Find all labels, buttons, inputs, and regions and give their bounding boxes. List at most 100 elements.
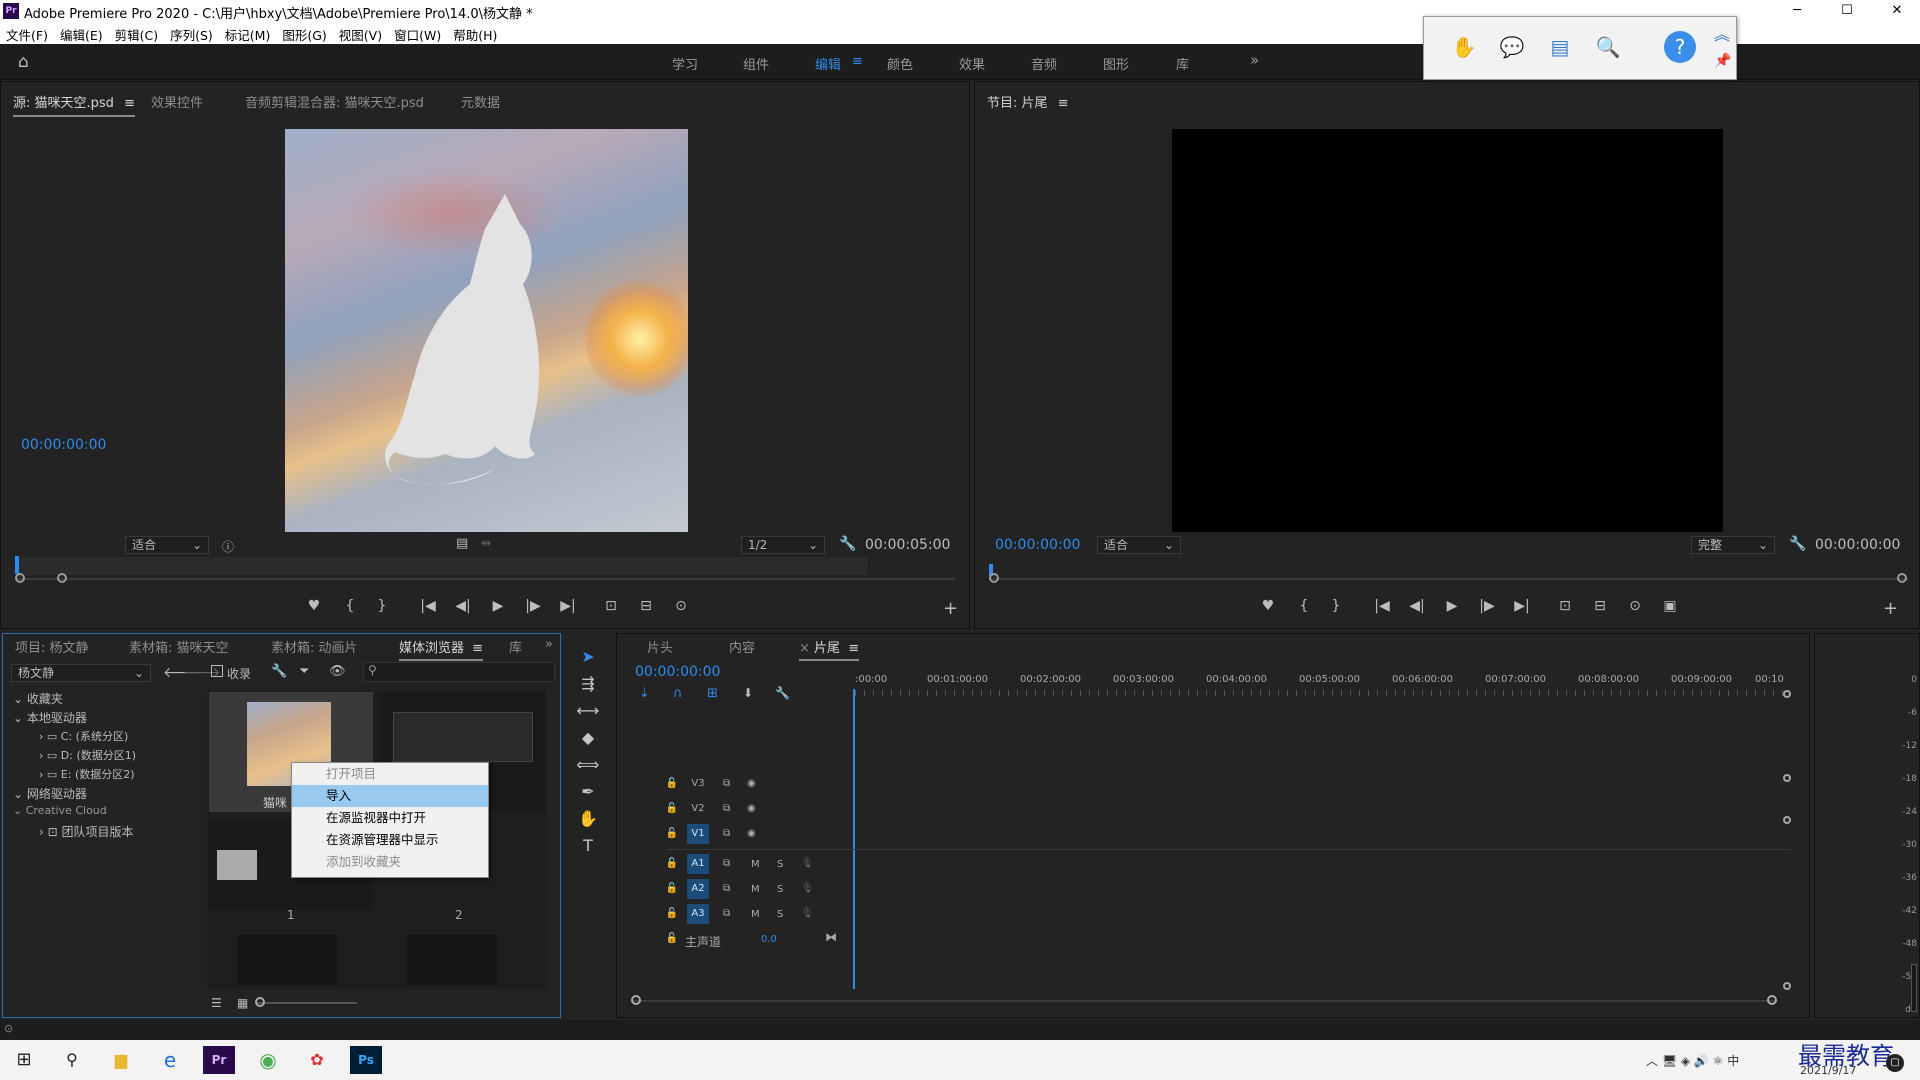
- pen-tool-icon[interactable]: ✒: [576, 782, 600, 806]
- sync-lock-icon[interactable]: ⧉: [723, 908, 730, 919]
- source-time-ruler[interactable]: [15, 557, 867, 575]
- tree-item-drive-d[interactable]: › ▭ D: (数据分区1): [39, 747, 136, 763]
- workspace-audio[interactable]: 音频: [1031, 54, 1057, 73]
- workspace-editing[interactable]: 编辑: [815, 54, 841, 73]
- lift-button[interactable]: ⊡: [1554, 598, 1576, 614]
- tree-item-team-projects[interactable]: › ⊡ 团队项目版本: [39, 823, 134, 840]
- track-label-a1[interactable]: A1: [687, 854, 709, 874]
- search-taskbar-icon[interactable]: ⚲: [56, 1046, 88, 1074]
- timeline-timecode[interactable]: 00:00:00:00: [635, 664, 720, 680]
- tree-item-drive-c[interactable]: › ▭ C: (系统分区): [39, 728, 128, 744]
- lock-icon[interactable]: 🔓: [665, 883, 679, 894]
- tab-bin-cartoon[interactable]: 素材箱: 动画片: [271, 637, 358, 656]
- step-back-button[interactable]: ◀|: [452, 598, 474, 614]
- linked-selection-icon[interactable]: ⊞: [707, 686, 718, 701]
- vscroll-top-handle[interactable]: [1783, 690, 1791, 698]
- more-workspaces-icon[interactable]: »: [1250, 51, 1259, 69]
- comment-icon[interactable]: 💬: [1494, 29, 1530, 65]
- lock-icon[interactable]: 🔓: [665, 803, 679, 814]
- menu-edit[interactable]: 编辑(E): [54, 22, 109, 44]
- razor-tool-icon[interactable]: ◆: [576, 728, 600, 752]
- pin-icon[interactable]: 📌: [1714, 53, 1731, 69]
- lock-icon[interactable]: 🔓: [665, 828, 679, 839]
- settings-toggle-icon[interactable]: ⓘ: [222, 538, 234, 555]
- lock-icon[interactable]: 🔓: [665, 858, 679, 869]
- sync-lock-icon[interactable]: ⧉: [723, 778, 730, 789]
- solo-button[interactable]: S: [777, 884, 783, 895]
- eye-icon[interactable]: ◉: [747, 828, 756, 839]
- workspace-assembly[interactable]: 组件: [743, 54, 769, 73]
- program-zoom-dropdown[interactable]: 适合 ⌄: [1097, 536, 1181, 554]
- slip-tool-icon[interactable]: ⟺: [576, 755, 600, 779]
- track-select-tool-icon[interactable]: ⇶: [576, 674, 600, 698]
- tab-libraries[interactable]: 库: [509, 637, 522, 656]
- vscroll-bottom-handle[interactable]: [1783, 816, 1791, 824]
- program-step-forward-button[interactable]: |▶: [1476, 598, 1498, 614]
- menu-item-import[interactable]: 导入: [292, 785, 488, 807]
- overwrite-button[interactable]: ⊟: [635, 598, 657, 614]
- menu-file[interactable]: 文件(F): [0, 22, 54, 44]
- menu-item-show-in-explorer[interactable]: 在资源管理器中显示: [292, 829, 488, 851]
- program-resolution-dropdown[interactable]: 完整 ⌄: [1691, 536, 1775, 554]
- program-go-to-in-button[interactable]: |◀: [1371, 598, 1393, 614]
- selection-tool-icon[interactable]: ➤: [576, 647, 600, 671]
- tree-item-creative-cloud[interactable]: ⌄ Creative Cloud: [13, 804, 107, 817]
- program-add-marker-button[interactable]: ♥: [1257, 598, 1279, 614]
- tab-audio-clip-mixer[interactable]: 音频剪辑混合器: 猫咪天空.psd: [245, 92, 424, 111]
- marker-icon[interactable]: ▤: [456, 536, 468, 551]
- zoom-handle-right[interactable]: [57, 573, 67, 583]
- mute-button[interactable]: M: [751, 859, 760, 870]
- lock-icon[interactable]: 🔓: [665, 933, 679, 944]
- maximize-button[interactable]: ☐: [1824, 0, 1870, 22]
- ingest-settings-icon[interactable]: 🔧: [271, 664, 287, 679]
- eye-icon[interactable]: ◉: [747, 778, 756, 789]
- timeline-hscroll[interactable]: [631, 1000, 1777, 1002]
- go-to-in-button[interactable]: |◀: [417, 598, 439, 614]
- menu-graphics[interactable]: 图形(G): [276, 22, 332, 44]
- extract-button[interactable]: ⊟: [1589, 598, 1611, 614]
- zoom-handle-left[interactable]: [15, 573, 25, 583]
- thumbnail-size-slider[interactable]: [257, 1002, 357, 1004]
- play-button[interactable]: ▶: [487, 598, 509, 614]
- workspace-libraries[interactable]: 库: [1176, 54, 1189, 73]
- mic-icon[interactable]: 🎙: [801, 858, 814, 869]
- app-swirl-icon[interactable]: ✿: [301, 1046, 333, 1074]
- tab-bin-cat-sky[interactable]: 素材箱: 猫咪天空: [129, 637, 229, 656]
- tab-sequence-content[interactable]: 内容: [729, 637, 755, 656]
- timeline-settings-icon[interactable]: 🔧: [775, 686, 790, 700]
- tab-sequence-ending[interactable]: × 片尾 ≡: [799, 637, 860, 661]
- menu-item-open-in-source[interactable]: 在源监视器中打开: [292, 807, 488, 829]
- tree-item-favorites[interactable]: ⌄ 收藏夹: [13, 690, 63, 707]
- program-timecode[interactable]: 00:00:00:00: [995, 537, 1080, 553]
- program-zoom-scrollbar[interactable]: [989, 578, 1909, 580]
- source-playhead[interactable]: [15, 556, 19, 574]
- drag-video-icon[interactable]: ⇹: [481, 536, 491, 550]
- export-frame-button[interactable]: ⊙: [670, 598, 692, 614]
- track-label-v1[interactable]: V1: [687, 824, 709, 844]
- collapse-icon[interactable]: ︽: [1714, 21, 1730, 45]
- help-icon[interactable]: ?: [1664, 31, 1696, 63]
- workspace-effects[interactable]: 效果: [959, 54, 985, 73]
- menu-view[interactable]: 视图(V): [333, 22, 388, 44]
- lock-icon[interactable]: 🔓: [665, 778, 679, 789]
- add-marker-button[interactable]: ♥: [303, 598, 325, 614]
- timeline-ruler[interactable]: :00:00 00:01:00:00 00:02:00:00 00:03:00:…: [855, 674, 1790, 698]
- comparison-view-button[interactable]: ▣: [1659, 598, 1681, 614]
- nest-icon[interactable]: ⇣: [639, 686, 650, 701]
- hand-tool-icon[interactable]: ✋: [576, 809, 600, 833]
- program-step-back-button[interactable]: ◀|: [1406, 598, 1428, 614]
- close-button[interactable]: ✕: [1874, 0, 1920, 22]
- workspace-learning[interactable]: 学习: [672, 54, 698, 73]
- type-tool-icon[interactable]: T: [576, 836, 600, 860]
- program-zoom-handle-right[interactable]: [1897, 573, 1907, 583]
- thumbnail-size-handle[interactable]: [255, 997, 265, 1007]
- snap-icon[interactable]: ∩: [673, 686, 683, 701]
- audio-vscroll-handle[interactable]: [1783, 982, 1791, 990]
- tab-sequence-opening[interactable]: 片头: [647, 637, 673, 656]
- eye-icon[interactable]: ◉: [747, 803, 756, 814]
- menu-markers[interactable]: 标记(M): [219, 22, 277, 44]
- insert-button[interactable]: ⊡: [600, 598, 622, 614]
- hscroll-left-handle[interactable]: [631, 995, 641, 1005]
- program-play-button[interactable]: ▶: [1441, 598, 1463, 614]
- program-wrench-icon[interactable]: 🔧: [1789, 536, 1806, 552]
